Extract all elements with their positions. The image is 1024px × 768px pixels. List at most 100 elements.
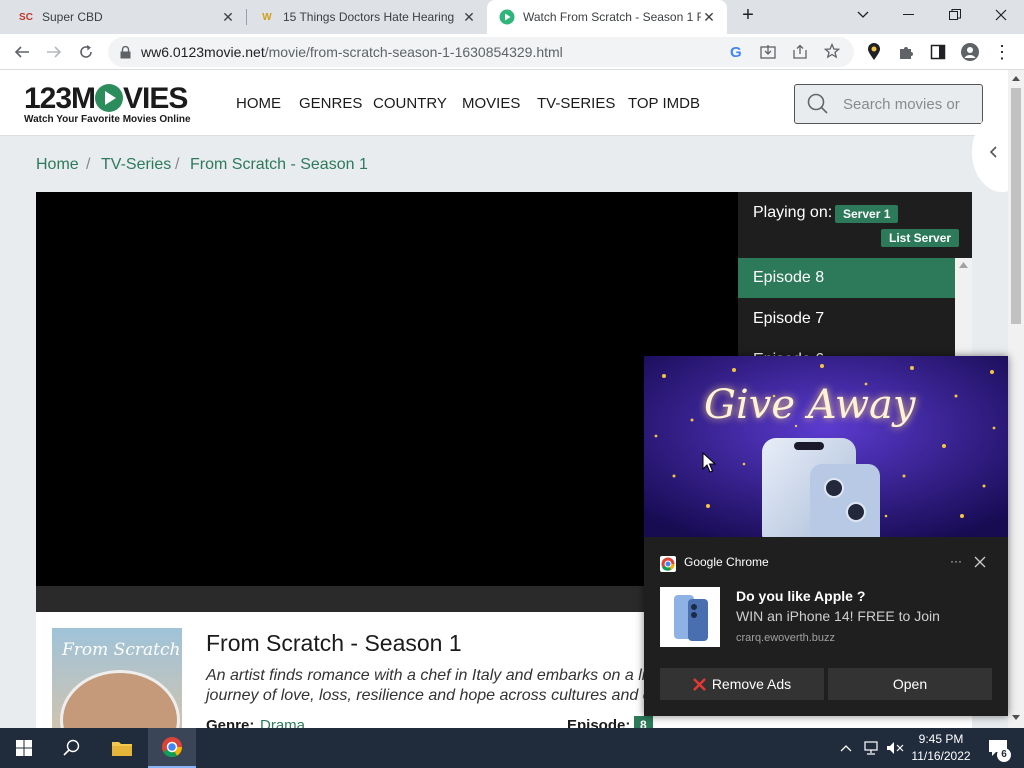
tray-chevron-up-icon[interactable] xyxy=(836,728,856,768)
reload-icon[interactable] xyxy=(74,40,98,64)
install-app-icon[interactable] xyxy=(760,44,776,63)
nav-tv-series[interactable]: TV-SERIES xyxy=(537,95,615,112)
url-path: /movie/from-scratch-season-1-1630854329.… xyxy=(264,44,563,60)
notification-heading: Do you like Apple ? xyxy=(736,588,866,604)
nav-home[interactable]: HOME xyxy=(236,95,281,112)
nav-country[interactable]: COUNTRY xyxy=(373,95,447,112)
notification-body: WIN an iPhone 14! FREE to Join xyxy=(736,608,940,624)
logo-text-1: 123M xyxy=(24,82,96,115)
chrome-notification-popup[interactable]: Give Away Google Chrome ··· Do you like … xyxy=(644,356,1008,716)
remove-ads-button[interactable]: Remove Ads xyxy=(660,668,824,700)
close-tab-icon[interactable]: ✕ xyxy=(701,9,717,26)
remove-ads-label: Remove Ads xyxy=(711,676,792,692)
episode-count-badge: 8 xyxy=(634,716,653,728)
tab-title: Watch From Scratch - Season 1 F xyxy=(523,10,701,24)
episode-item-8[interactable]: Episode 8 xyxy=(738,258,955,298)
more-options-icon[interactable]: ··· xyxy=(950,554,962,568)
volume-muted-icon[interactable] xyxy=(884,728,906,768)
url-host: ww6.0123movie.net xyxy=(141,44,265,60)
poster-title: From Scratch xyxy=(62,640,181,660)
location-pin-extension-icon[interactable] xyxy=(862,40,886,64)
giveaway-banner-image[interactable]: Give Away xyxy=(644,356,1008,537)
notification-count-badge: 6 xyxy=(997,748,1011,762)
side-panel-icon[interactable] xyxy=(926,40,950,64)
tab-title: 15 Things Doctors Hate Hearing xyxy=(283,10,455,24)
close-notification-icon[interactable] xyxy=(974,555,986,568)
tab-strip: SC Super CBD ✕ W 15 Things Doctors Hate … xyxy=(0,0,1024,34)
notification-source: crarq.ewoverth.buzz xyxy=(736,632,836,644)
notification-iphone-thumbnail xyxy=(660,587,720,647)
tab-doctors[interactable]: W 15 Things Doctors Hate Hearing ✕ xyxy=(247,0,487,34)
chrome-menu-icon[interactable]: ⋮ xyxy=(990,40,1014,64)
tab-title: Super CBD xyxy=(42,10,103,24)
taskbar-chrome-icon[interactable] xyxy=(148,728,196,768)
banner-giveaway-text: Give Away xyxy=(704,382,916,428)
restore-button[interactable] xyxy=(932,0,978,30)
profile-avatar-icon[interactable] xyxy=(958,40,982,64)
page-scrollbar[interactable] xyxy=(1008,70,1024,728)
open-button[interactable]: Open xyxy=(828,668,992,700)
clock-time[interactable]: 9:45 PM xyxy=(912,732,970,746)
logo-text-2: VIES xyxy=(123,82,188,115)
movie-description-line-1: An artist finds romance with a chef in I… xyxy=(206,667,650,684)
list-server-button[interactable]: List Server xyxy=(881,229,960,247)
taskbar-search-icon[interactable] xyxy=(48,728,96,768)
site-logo[interactable]: 123M VIES xyxy=(24,82,188,116)
episode-item-7[interactable]: Episode 7 xyxy=(738,299,955,339)
breadcrumb-tv-series[interactable]: TV-Series xyxy=(101,156,171,174)
notification-app-name: Google Chrome xyxy=(684,555,769,569)
breadcrumb-current: From Scratch - Season 1 xyxy=(190,156,368,173)
address-bar[interactable]: ww6.0123movie.net/movie/from-scratch-sea… xyxy=(108,37,854,67)
google-translate-icon[interactable]: G xyxy=(730,44,742,61)
new-tab-button[interactable]: + xyxy=(725,0,771,30)
forward-icon[interactable] xyxy=(42,40,66,64)
extensions-puzzle-icon[interactable] xyxy=(894,40,918,64)
back-icon[interactable] xyxy=(10,40,34,64)
browser-toolbar: ww6.0123movie.net/movie/from-scratch-sea… xyxy=(0,34,1024,70)
tab-watch-from-scratch[interactable]: Watch From Scratch - Season 1 F ✕ xyxy=(487,0,727,34)
clock-date[interactable]: 11/16/2022 xyxy=(906,749,976,763)
windows-taskbar: 9:45 PM 11/16/2022 6 xyxy=(0,728,1024,768)
close-tab-icon[interactable]: ✕ xyxy=(220,9,236,26)
red-x-icon xyxy=(692,677,706,691)
search-icon[interactable] xyxy=(807,93,829,115)
super-cbd-favicon: SC xyxy=(19,11,33,23)
site-header: 123M VIES Watch Your Favorite Movies Onli… xyxy=(0,70,1008,136)
play-favicon-icon xyxy=(499,9,515,25)
nav-top-imdb[interactable]: TOP IMDB xyxy=(628,95,700,112)
doctors-favicon: W xyxy=(262,11,272,23)
mouse-cursor-icon xyxy=(702,452,716,473)
scrollbar-thumb[interactable] xyxy=(1011,88,1021,324)
poster-couple-image xyxy=(60,670,180,728)
breadcrumb-home[interactable]: Home xyxy=(36,156,79,174)
lock-icon[interactable] xyxy=(120,45,131,59)
breadcrumb-separator: / xyxy=(86,156,91,173)
genre-link[interactable]: Drama xyxy=(260,717,305,728)
share-icon[interactable] xyxy=(792,44,808,63)
nav-genres[interactable]: GENRES xyxy=(299,95,362,112)
minimize-button[interactable] xyxy=(886,0,932,30)
windows-start-icon[interactable] xyxy=(0,728,48,768)
server-badge[interactable]: Server 1 xyxy=(835,205,899,223)
action-center-icon[interactable]: 6 xyxy=(980,728,1016,768)
tab-super-cbd[interactable]: SC Super CBD ✕ xyxy=(0,0,246,34)
file-explorer-icon[interactable] xyxy=(98,728,146,768)
episode-label: Episode: xyxy=(567,717,631,728)
movie-title: From Scratch - Season 1 xyxy=(206,630,462,656)
movie-description-line-2: journey of love, loss, resilience and ho… xyxy=(206,687,669,704)
network-icon[interactable] xyxy=(860,728,882,768)
breadcrumb-separator: / xyxy=(175,156,180,173)
close-window-button[interactable] xyxy=(978,0,1024,30)
genre-label: Genre: xyxy=(206,717,255,728)
tab-search-chevron-icon[interactable] xyxy=(840,0,886,30)
logo-tagline: Watch Your Favorite Movies Online xyxy=(24,114,191,125)
video-player[interactable] xyxy=(36,192,738,612)
playing-on-label: Playing on: xyxy=(753,204,833,221)
search-input[interactable]: Search movies or xyxy=(794,84,983,124)
nav-movies[interactable]: MOVIES xyxy=(462,95,520,112)
bookmark-star-icon[interactable] xyxy=(823,42,841,62)
search-placeholder: Search movies or xyxy=(843,95,960,113)
chrome-logo-icon xyxy=(660,556,676,572)
movie-poster[interactable]: From Scratch xyxy=(52,628,182,728)
close-tab-icon[interactable]: ✕ xyxy=(461,9,477,26)
